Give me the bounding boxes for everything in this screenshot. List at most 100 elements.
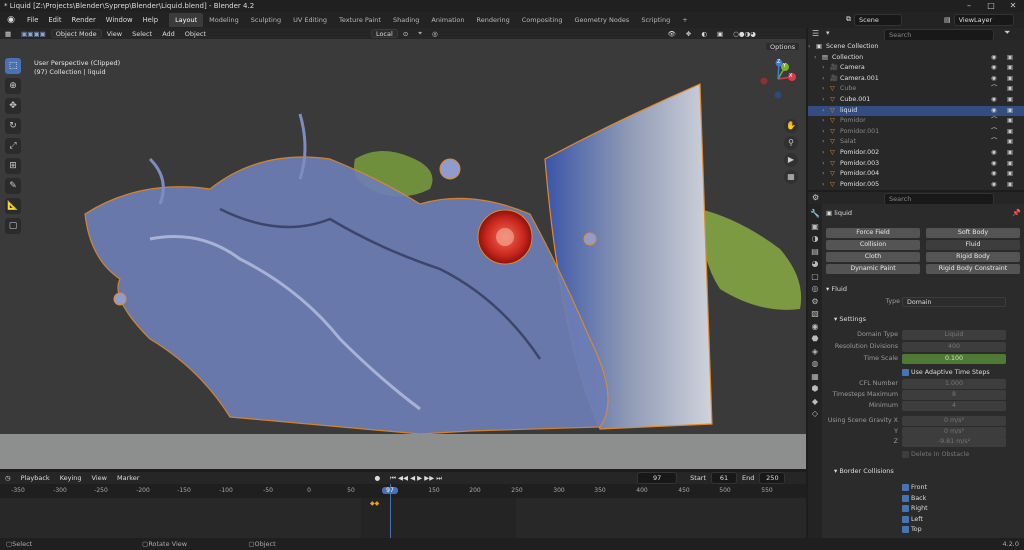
expand-arrow-icon[interactable]: › — [822, 137, 825, 148]
render-camera-icon[interactable]: ▣ — [1007, 95, 1013, 106]
end-frame-field[interactable]: 250 — [759, 472, 786, 484]
delete-obstacle-checkbox[interactable] — [902, 451, 909, 458]
visibility-eye-icon[interactable]: ⌒ — [991, 116, 997, 127]
expand-arrow-icon[interactable]: › — [822, 169, 825, 180]
visibility-eye-icon[interactable]: ◉ — [991, 63, 997, 74]
physics-button-fluid[interactable]: Fluid — [926, 240, 1020, 250]
scale-icon[interactable]: ⤢ — [5, 138, 21, 154]
expand-arrow-icon[interactable]: › — [822, 116, 825, 127]
timeline-menu-playback[interactable]: Playback — [16, 474, 55, 482]
render-camera-icon[interactable]: ▣ — [1007, 127, 1013, 138]
fluid-section-header[interactable]: ▾ Fluid — [826, 284, 847, 294]
cursor-icon[interactable]: ⊕ — [5, 78, 21, 94]
border-top-checkbox[interactable] — [902, 526, 909, 533]
outliner-row[interactable]: › ▤ Collection ◉ ▣ — [808, 53, 1024, 64]
options-dropdown[interactable]: Options — [765, 42, 801, 51]
expand-arrow-icon[interactable]: › — [822, 84, 825, 95]
visibility-eye-icon[interactable]: ◉ — [991, 180, 997, 191]
outliner-row[interactable]: › ▽ liquid ◉ ▣ — [808, 105, 1024, 117]
tab-sculpting[interactable]: Sculpting — [245, 13, 287, 27]
render-camera-icon[interactable]: ▣ — [1007, 84, 1013, 95]
border-front-checkbox[interactable] — [902, 484, 909, 491]
timeline-menu-view[interactable]: View — [87, 474, 112, 482]
settings-section-header[interactable]: ▾ Settings — [834, 314, 866, 324]
expand-arrow-icon[interactable]: › — [822, 106, 825, 117]
expand-arrow-icon[interactable]: › — [822, 148, 825, 159]
physics-button-rigid-body[interactable]: Rigid Body — [926, 252, 1020, 262]
outliner-row[interactable]: › ▽ Cube ⌒ ▣ — [808, 84, 1024, 95]
mode-dropdown[interactable]: Object Mode — [50, 29, 102, 38]
proportional-edit-icon[interactable]: ◎ — [427, 30, 443, 38]
timestep-field[interactable]: 4 — [902, 401, 1006, 411]
viewport-menu-select[interactable]: Select — [127, 30, 157, 38]
visibility-eye-icon[interactable]: ⌒ — [991, 84, 997, 95]
expand-arrow-icon[interactable]: › — [822, 159, 825, 170]
visibility-eye-icon[interactable]: ◉ — [991, 169, 997, 180]
render-camera-icon[interactable]: ▣ — [1007, 159, 1013, 170]
keyframe-icon[interactable]: ◆◆ — [370, 500, 379, 507]
blender-logo-icon[interactable]: ◉ — [4, 13, 18, 27]
viewport-menu-add[interactable]: Add — [157, 30, 180, 38]
outliner-panel[interactable]: › ▣ Scene Collection › ▤ Collection ◉ ▣ › 🎥 Camera… — [808, 40, 1024, 190]
overlay-toggle-icon[interactable]: ◐ — [696, 30, 712, 38]
start-frame-field[interactable]: 61 — [711, 472, 738, 484]
expand-arrow-icon[interactable]: › — [822, 180, 825, 191]
physics-button-force-field[interactable]: Force Field — [826, 228, 920, 238]
visibility-eye-icon[interactable]: ◉ — [991, 159, 997, 170]
rotate-icon[interactable]: ↻ — [5, 118, 21, 134]
outliner-row[interactable]: › ▽ Cube.001 ◉ ▣ — [808, 95, 1024, 106]
shading-mode-icons[interactable]: ○●◑◕ — [728, 30, 761, 38]
outliner-row[interactable]: › ▽ Pomidor.003 ◉ ▣ — [808, 159, 1024, 170]
render-camera-icon[interactable]: ▣ — [1007, 137, 1013, 148]
render-camera-icon[interactable]: ▣ — [1007, 148, 1013, 159]
outliner-funnel-icon[interactable]: ⏷ — [1004, 28, 1010, 38]
outliner-editor-icon[interactable]: ☰ — [812, 29, 819, 38]
camera-view-icon[interactable]: ▶ — [784, 153, 798, 167]
type-dropdown[interactable]: Domain — [902, 297, 1006, 307]
expand-arrow-icon[interactable]: › — [808, 42, 811, 53]
outliner-row[interactable]: › 🎥 Camera.001 ◉ ▣ — [808, 74, 1024, 85]
render-camera-icon[interactable]: ▣ — [1007, 116, 1013, 127]
gravity-field[interactable]: 0 m/s² — [902, 416, 1006, 426]
physics-button-rigid-body-constraint[interactable]: Rigid Body Constraint — [926, 264, 1020, 274]
tab-shading[interactable]: Shading — [387, 13, 425, 27]
add-workspace-button[interactable]: + — [676, 13, 693, 27]
outliner-row[interactable]: › ▽ Salat ⌒ ▣ — [808, 137, 1024, 148]
transform-orientation-dropdown[interactable]: Local — [370, 29, 398, 38]
viewport-menu-object[interactable]: Object — [180, 30, 211, 38]
zoom-icon[interactable]: ⚲ — [784, 136, 798, 150]
menu-file[interactable]: File — [22, 16, 43, 24]
menu-render[interactable]: Render — [67, 16, 101, 24]
tab-layout[interactable]: Layout — [169, 13, 204, 27]
grid-ortho-icon[interactable]: ▦ — [784, 170, 798, 184]
timeline-ruler[interactable]: -350-300-250-200-150-100-500509715020025… — [0, 484, 806, 498]
viewlayer-selector[interactable]: ▤ ViewLayer — [944, 13, 1014, 26]
render-camera-icon[interactable]: ▣ — [1007, 180, 1013, 191]
viewlayer-field[interactable]: ViewLayer — [953, 13, 1014, 26]
visibility-eye-icon[interactable]: ◉ — [991, 74, 997, 85]
border-left-checkbox[interactable] — [902, 515, 909, 523]
add-cube-icon[interactable]: ▢ — [5, 218, 21, 234]
border-right-checkbox[interactable] — [902, 505, 909, 512]
timestep-field[interactable]: 1.000 — [902, 379, 1006, 389]
outliner-row[interactable]: › ▽ Pomidor.002 ◉ ▣ — [808, 148, 1024, 159]
pan-hand-icon[interactable]: ✋ — [784, 119, 798, 133]
close-button[interactable]: ✕ — [1002, 0, 1024, 12]
tab-modeling[interactable]: Modeling — [203, 13, 245, 27]
outliner-row[interactable]: › ▽ Pomidor ⌒ ▣ — [808, 116, 1024, 127]
visibility-eye-icon[interactable]: ◉ — [991, 106, 997, 117]
snap-icon[interactable]: ⌖ — [413, 29, 427, 38]
border-collisions-header[interactable]: ▾ Border Collisions — [834, 466, 894, 476]
move-icon[interactable]: ✥ — [5, 98, 21, 114]
outliner-filter-icon[interactable]: ▾ — [826, 29, 830, 37]
physics-button-cloth[interactable]: Cloth — [826, 252, 920, 262]
expand-arrow-icon[interactable]: › — [822, 74, 825, 85]
outliner-row[interactable]: › ▽ Pomidor.001 ⌒ ▣ — [808, 127, 1024, 138]
timeline-tracks[interactable]: ◆◆ — [0, 484, 806, 538]
visibility-eye-icon[interactable]: ◉ — [991, 95, 997, 106]
settings-field[interactable]: 0.100 — [902, 354, 1006, 364]
visibility-eye-icon[interactable]: ◉ — [991, 148, 997, 159]
timeline-menu-keying[interactable]: Keying — [55, 474, 87, 482]
scene-selector[interactable]: ⧉ Scene — [846, 13, 902, 26]
timeline-editor-icon[interactable]: ◷ — [0, 474, 16, 482]
